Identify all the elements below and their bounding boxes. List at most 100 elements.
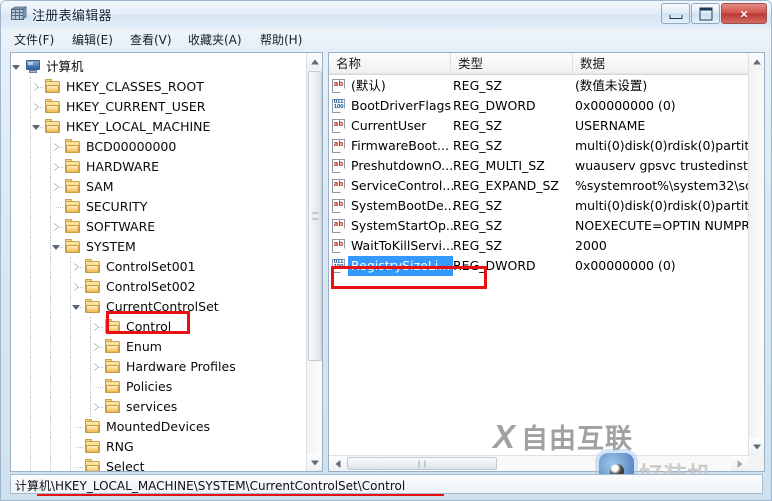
table-row[interactable]: ab WaitToKillServi... REG_SZ 2000 (329, 236, 764, 256)
tree-guide-line (50, 317, 52, 337)
column-header-0[interactable]: 名称 (329, 53, 451, 74)
tree-scroll-up-arrow[interactable] (307, 53, 322, 70)
expand-triangle-icon[interactable] (51, 137, 62, 157)
collapse-triangle-icon[interactable] (51, 237, 62, 257)
maximize-button[interactable] (691, 3, 720, 24)
folder-icon (65, 219, 80, 234)
expand-triangle-icon[interactable] (31, 97, 42, 117)
close-button[interactable]: × (721, 3, 767, 24)
list-scroll-down-arrow[interactable] (749, 438, 764, 455)
table-row[interactable]: 011 100 BootDriverFlags REG_DWORD 0x00000000… (329, 96, 764, 116)
folder-icon (65, 159, 80, 174)
tree-node--[interactable]: 计算机 (11, 57, 306, 77)
cell-type: REG_SZ (453, 198, 503, 213)
tree-node-enum[interactable]: Enum (11, 337, 306, 357)
cell-name: BootDriverFlags (351, 98, 452, 113)
table-row[interactable]: ab FirmwareBoot... REG_SZ multi(0)disk(0)rd… (329, 136, 764, 156)
table-row[interactable]: ab ServiceControl... REG_EXPAND_SZ %systemr… (329, 176, 764, 196)
folder-icon (85, 279, 100, 294)
table-row[interactable]: ab CurrentUser REG_SZ USERNAME (329, 116, 764, 136)
highlight-box-registry-size-limit (331, 266, 487, 289)
tree-node-select[interactable]: Select (11, 457, 306, 471)
expand-triangle-icon[interactable] (91, 337, 102, 357)
tree-guide-line (50, 457, 52, 471)
list-scroll-left-arrow[interactable] (329, 456, 346, 471)
tree-guide-line (50, 197, 52, 217)
tree-guide-line (30, 237, 32, 257)
tree-node-controlset001[interactable]: ControlSet001 (11, 257, 306, 277)
folder-icon (65, 239, 80, 254)
table-row[interactable]: ab SystemStartOp... REG_SZ NOEXECUTE=OPTIN… (329, 216, 764, 236)
expand-triangle-icon[interactable] (51, 217, 62, 237)
tree-node-label: HARDWARE (86, 159, 160, 174)
tree-node-bcd00000000[interactable]: BCD00000000 (11, 137, 306, 157)
tree-scroll-down-arrow[interactable] (307, 454, 322, 471)
expand-triangle-icon[interactable] (71, 277, 82, 297)
cell-name: (默认) (351, 78, 386, 93)
cell-type: REG_SZ (453, 138, 503, 153)
expand-triangle-icon[interactable] (51, 177, 62, 197)
minimize-button[interactable] (661, 3, 690, 24)
cell-type: REG_DWORD (453, 98, 536, 113)
expand-triangle-icon[interactable] (91, 357, 102, 377)
list-vertical-scrollbar[interactable] (748, 53, 764, 455)
string-value-icon: ab (332, 159, 347, 173)
list-scroll-up-arrow[interactable] (749, 53, 764, 70)
tree-node-mounteddevices[interactable]: MountedDevices (11, 417, 306, 437)
menu-item-3[interactable]: 收藏夹(A) (183, 31, 247, 49)
expand-triangle-icon[interactable] (31, 77, 42, 97)
table-row[interactable]: ab (默认) REG_SZ (数值未设置) (329, 76, 764, 96)
table-row[interactable]: ab PreshutdownO... REG_MULTI_SZ wuauserv gp… (329, 156, 764, 176)
collapse-triangle-icon[interactable] (71, 297, 82, 317)
menu-item-1[interactable]: 编辑(E) (67, 31, 118, 49)
cell-data: 0x00000000 (0) (575, 258, 676, 273)
folder-icon (85, 259, 100, 274)
tree-scroll-thumb[interactable] (308, 71, 322, 361)
column-header-1[interactable]: 类型 (451, 53, 573, 74)
tree-vertical-scrollbar[interactable] (306, 53, 322, 471)
tree-node-hkey-local-machine[interactable]: HKEY_LOCAL_MACHINE (11, 117, 306, 137)
folder-icon (85, 299, 100, 314)
tree-guide-line (50, 417, 52, 437)
cell-data: USERNAME (575, 118, 646, 133)
tree-node-policies[interactable]: Policies (11, 377, 306, 397)
window-title: 注册表编辑器 (32, 9, 112, 24)
tree-node-hardware-profiles[interactable]: Hardware Profiles (11, 357, 306, 377)
tree-node-hkey-classes-root[interactable]: HKEY_CLASSES_ROOT (11, 77, 306, 97)
expand-triangle-icon[interactable] (51, 157, 62, 177)
tree-node-sam[interactable]: SAM (11, 177, 306, 197)
tree-node-hardware[interactable]: HARDWARE (11, 157, 306, 177)
tree-node-label: ControlSet002 (106, 279, 196, 294)
folder-icon (105, 379, 120, 394)
table-row[interactable]: ab SystemBootDe... REG_SZ multi(0)disk(0)rd… (329, 196, 764, 216)
menu-item-2[interactable]: 查看(V) (125, 31, 177, 49)
tree-guide-line (30, 197, 32, 217)
scrollbar-corner (748, 455, 764, 471)
cell-data: multi(0)disk(0)rdisk(0)partition(1) (575, 198, 762, 213)
dword-value-icon: 011 100 (332, 99, 347, 113)
list-scroll-right-arrow[interactable] (731, 456, 748, 471)
column-header-2[interactable]: 数据 (573, 53, 750, 74)
expand-triangle-icon[interactable] (91, 317, 102, 337)
tree-node-label: SAM (86, 179, 114, 194)
menu-item-0[interactable]: 文件(F) (9, 31, 59, 49)
expand-triangle-icon[interactable] (71, 257, 82, 277)
menu-item-4[interactable]: 帮助(H) (255, 31, 307, 49)
list-scroll-thumb[interactable] (347, 457, 497, 470)
cell-data: multi(0)disk(0)rdisk(0)partition(1) (575, 138, 762, 153)
tree-node-controlset002[interactable]: ControlSet002 (11, 277, 306, 297)
tree-node-rng[interactable]: RNG (11, 437, 306, 457)
tree-guide-stub (56, 207, 63, 209)
tree-node-system[interactable]: SYSTEM (11, 237, 306, 257)
tree-node-software[interactable]: SOFTWARE (11, 217, 306, 237)
tree-node-services[interactable]: services (11, 397, 306, 417)
menu-bar: 文件(F) 编辑(E) 查看(V) 收藏夹(A) 帮助(H) (1, 29, 771, 51)
tree-node-hkey-current-user[interactable]: HKEY_CURRENT_USER (11, 97, 306, 117)
registry-editor-icon (10, 6, 27, 20)
expand-triangle-icon[interactable] (91, 397, 102, 417)
tree-node-security[interactable]: SECURITY (11, 197, 306, 217)
collapse-triangle-icon[interactable] (31, 117, 42, 137)
collapse-triangle-icon[interactable] (11, 57, 22, 77)
tree-guide-stub (76, 427, 83, 429)
tree-guide-line (30, 257, 32, 277)
